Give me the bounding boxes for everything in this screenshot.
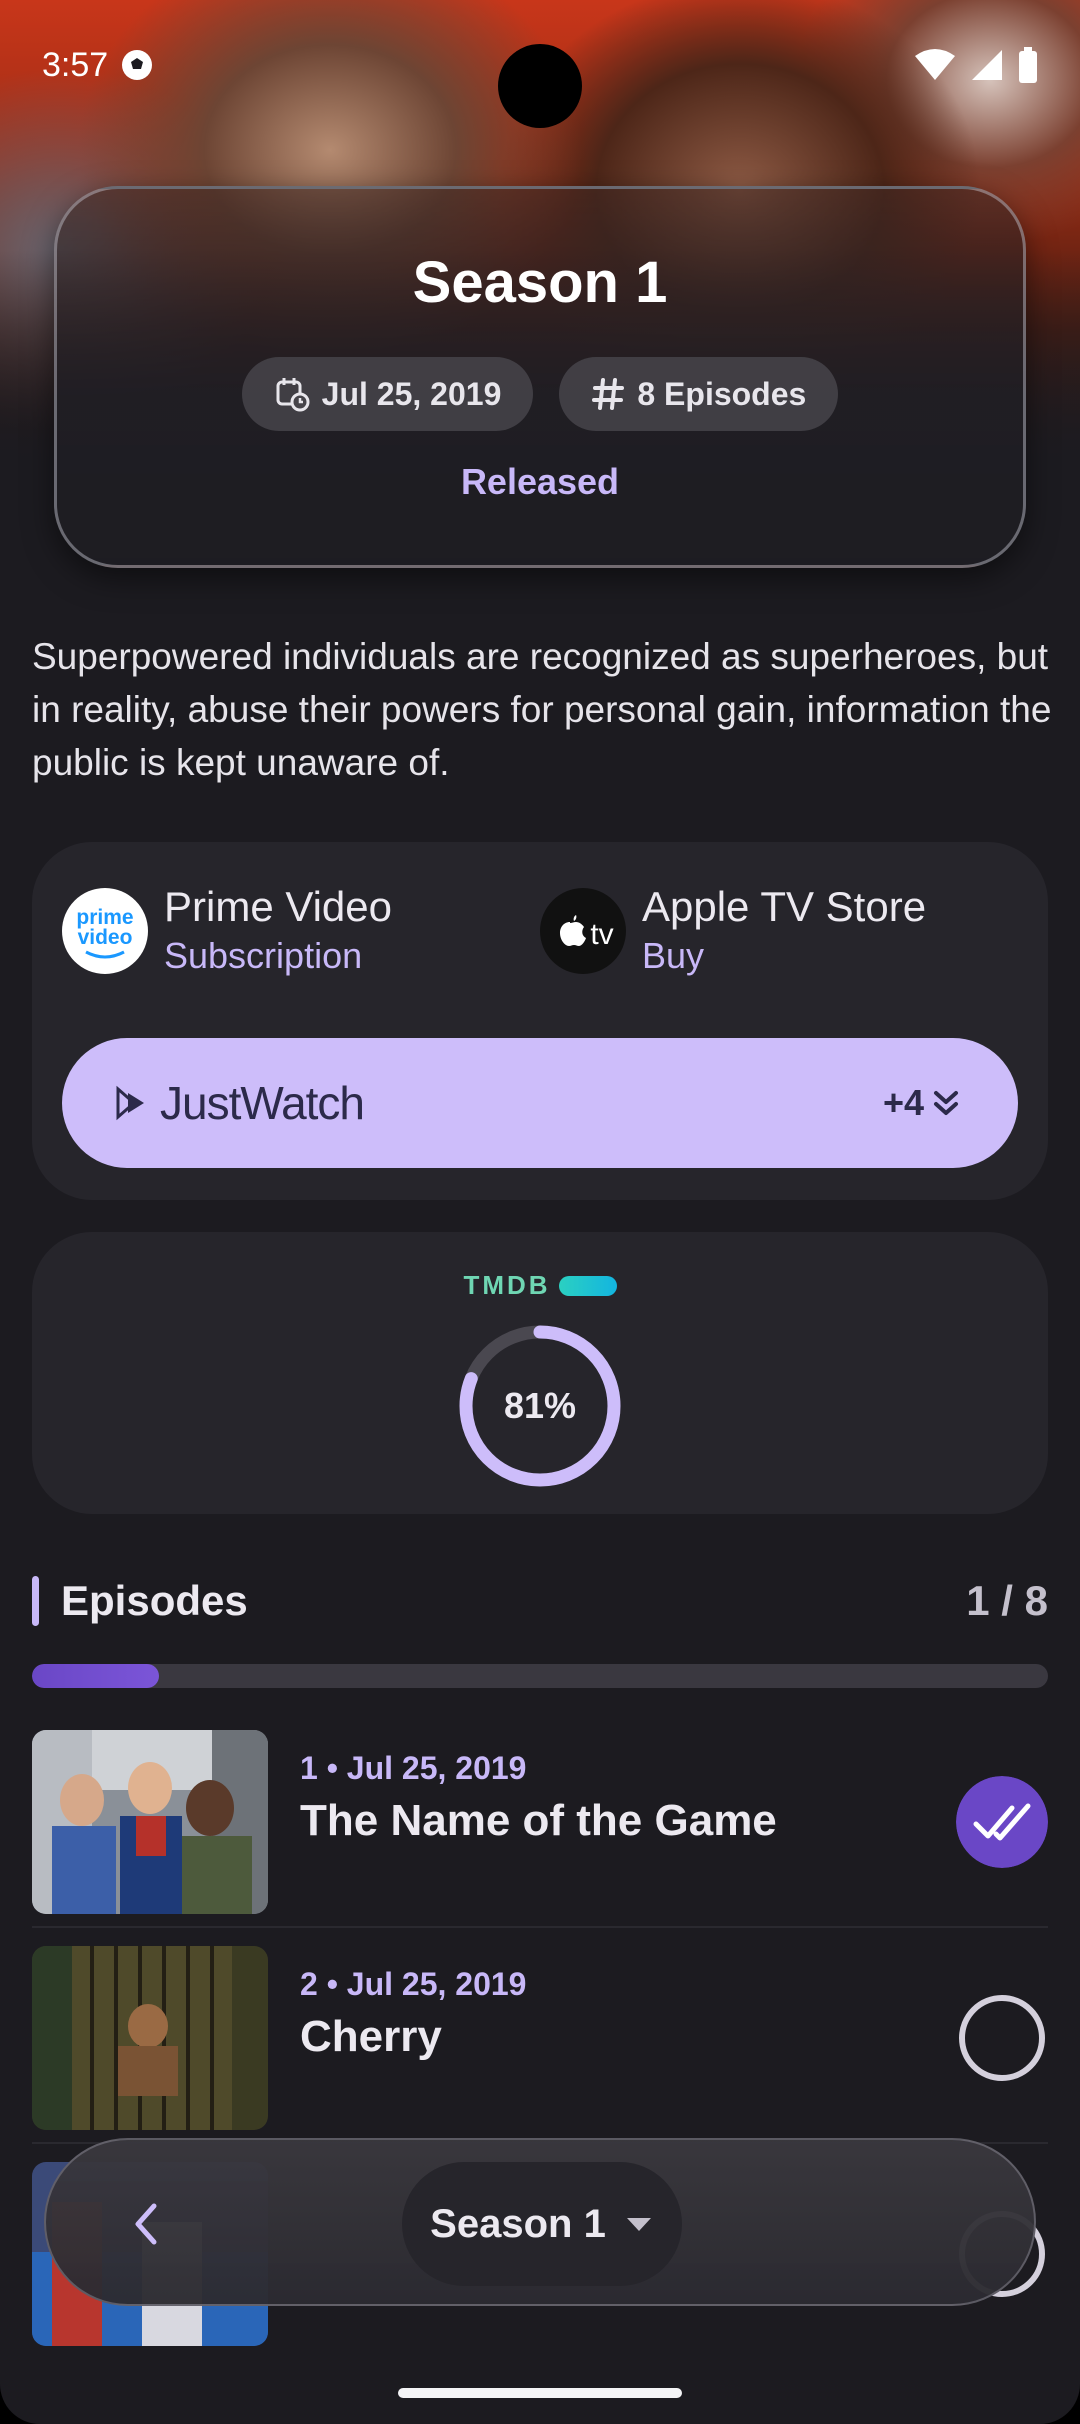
double-chevron-down-icon	[934, 1091, 958, 1115]
season-selector-label: Season 1	[430, 2201, 606, 2246]
episode-row[interactable]: 2 • Jul 25, 2019 Cherry	[32, 1946, 1048, 2132]
caret-down-icon	[626, 2218, 651, 2231]
provider-apple-tv[interactable]: tv Apple TV Store Buy	[540, 882, 926, 980]
section-accent-bar	[32, 1576, 39, 1626]
provider-type: Subscription	[164, 935, 363, 976]
season-selector-dropdown[interactable]: Season 1	[402, 2162, 682, 2286]
status-icons	[914, 47, 1038, 83]
more-providers-count: +4	[882, 1082, 924, 1123]
provider-prime-video[interactable]: prime video Prime Video Subscription	[62, 882, 392, 980]
camera-cutout	[498, 44, 582, 128]
watched-check-button[interactable]	[956, 1776, 1048, 1868]
more-providers: +4	[883, 1082, 960, 1124]
svg-text:tv: tv	[590, 918, 613, 951]
back-button[interactable]	[106, 2184, 186, 2264]
air-date-chip: Jul 25, 2019	[241, 357, 534, 431]
provider-name: Prime Video	[164, 883, 393, 930]
calendar-clock-icon	[276, 378, 310, 412]
clock: 3:57	[42, 45, 109, 84]
rating-card: TMDB 81%	[32, 1232, 1048, 1514]
wifi-icon	[915, 49, 955, 80]
tmdb-pill-icon	[558, 1275, 617, 1296]
divider	[32, 1926, 1048, 1928]
episodes-title: Episodes	[32, 1576, 248, 1626]
episode-meta: 2 • Jul 25, 2019	[300, 1966, 527, 2002]
status-time: 3:57	[42, 46, 154, 85]
tmdb-logo: TMDB	[32, 1270, 1048, 1301]
svg-text:video: video	[78, 926, 133, 949]
apple-tv-icon: tv	[560, 915, 614, 951]
battery-icon	[1019, 47, 1037, 83]
episode-count-text: 8 Episodes	[637, 375, 807, 412]
episode-row[interactable]: 1 • Jul 25, 2019 The Name of the Game	[32, 1730, 1048, 1916]
air-date-text: Jul 25, 2019	[321, 375, 502, 412]
chevron-left-icon	[135, 2203, 157, 2245]
episode-thumbnail	[32, 1730, 268, 1914]
justwatch-label: JustWatch	[160, 1077, 365, 1129]
episodes-header: Episodes 1 / 8	[32, 1570, 1048, 1632]
episode-count-chip: 8 Episodes	[559, 357, 839, 431]
justwatch-logo-icon	[116, 1085, 144, 1121]
bottom-floating-bar: Season 1	[44, 2138, 1036, 2306]
season-title: Season 1	[412, 250, 668, 315]
prime-video-logo: prime video	[62, 888, 148, 974]
episode-title: Cherry	[300, 2012, 442, 2061]
unwatched-check-button[interactable]	[956, 1992, 1048, 2084]
tmdb-label: TMDB	[463, 1270, 551, 1300]
justwatch-brand: JustWatch	[114, 1076, 365, 1130]
home-indicator[interactable]	[398, 2388, 682, 2398]
episode-title: The Name of the Game	[300, 1796, 777, 1845]
apple-tv-logo: tv	[540, 888, 626, 974]
rating-value: 81%	[503, 1385, 577, 1426]
signal-icon	[972, 50, 1002, 80]
watch-providers-card: prime video Prime Video Subscription tv …	[32, 842, 1048, 1200]
screen: 3:57 Season 1 Jul 25, 2019 8 Episodes Re…	[0, 0, 1080, 2424]
episode-meta: 1 • Jul 25, 2019	[300, 1750, 527, 1786]
episodes-title-text: Episodes	[61, 1577, 248, 1624]
provider-name: Apple TV Store	[642, 883, 927, 930]
hash-icon	[592, 378, 625, 410]
soccer-ball-icon	[122, 50, 153, 80]
season-header-card: Season 1 Jul 25, 2019 8 Episodes Release	[54, 186, 1026, 568]
season-chips: Jul 25, 2019 8 Episodes	[57, 357, 1023, 431]
episode-thumbnail	[32, 1946, 268, 2130]
provider-type: Buy	[642, 935, 705, 976]
episodes-watched-count: 1 / 8	[966, 1577, 1048, 1624]
justwatch-button[interactable]: JustWatch +4	[62, 1038, 1018, 1168]
season-overview: Superpowered individuals are recognized …	[32, 636, 1052, 783]
prime-video-icon: prime video	[76, 906, 134, 959]
season-status: Released	[460, 461, 620, 502]
episodes-progress-fill	[32, 1664, 159, 1688]
episodes-progress-bar	[32, 1664, 1048, 1688]
